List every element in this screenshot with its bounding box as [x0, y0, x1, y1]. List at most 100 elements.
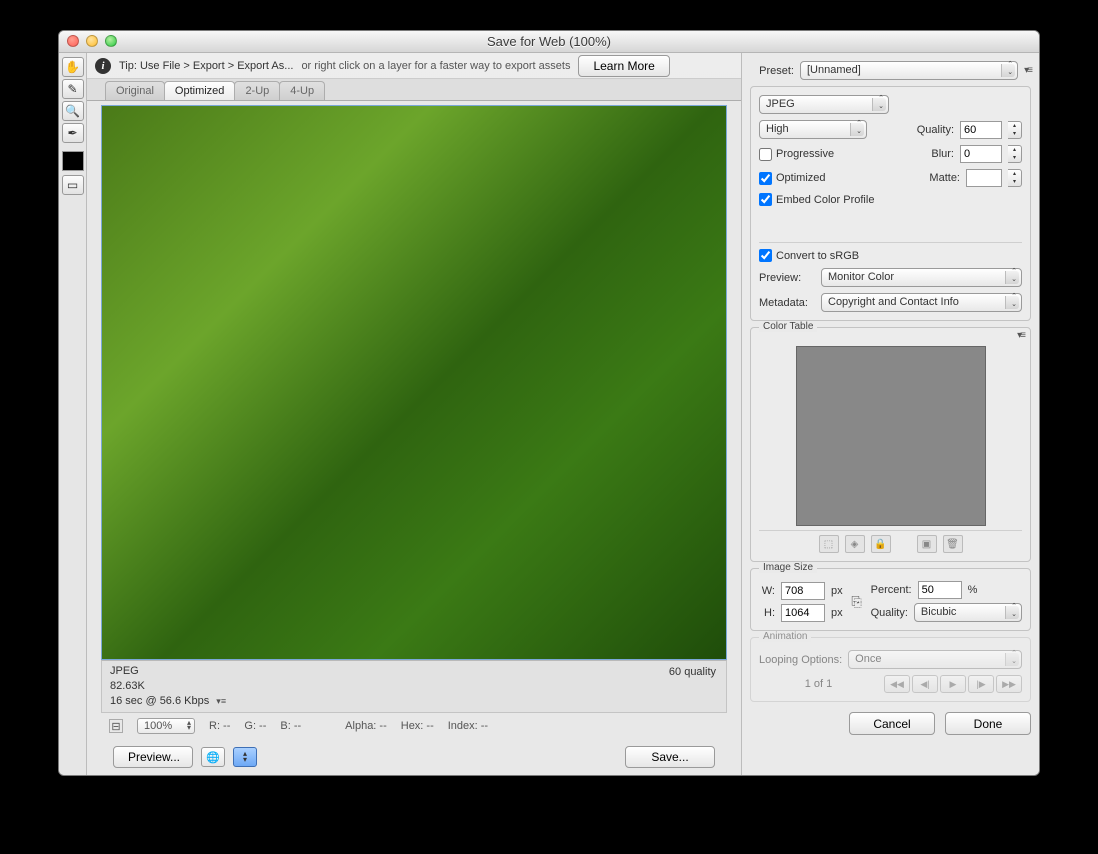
titlebar: Save for Web (100%) [59, 31, 1039, 53]
stats-transfer: 16 sec @ 56.6 Kbps [110, 695, 209, 707]
embed-profile-checkbox[interactable]: Embed Color Profile [759, 193, 874, 206]
ct-snap-icon[interactable]: ⬚ [819, 535, 839, 553]
preset-label: Preset: [750, 65, 794, 77]
quality-preset-select[interactable]: High [759, 120, 867, 139]
readout-r: R: -- [209, 720, 230, 732]
readout-b: B: -- [280, 720, 301, 732]
traffic-lights [67, 35, 117, 47]
preset-flyout-icon[interactable] [1024, 65, 1031, 76]
resample-select[interactable]: Bicubic [914, 603, 1022, 622]
save-button[interactable]: Save... [625, 746, 715, 768]
minimize-icon[interactable] [86, 35, 98, 47]
matte-stepper[interactable]: ▴▾ [1008, 169, 1022, 187]
tab-optimized[interactable]: Optimized [164, 81, 236, 100]
metadata-select[interactable]: Copyright and Contact Info [821, 293, 1022, 312]
color-table-swatch-grid[interactable] [796, 346, 986, 526]
image-size-group: Image Size W: px H: px [750, 568, 1031, 631]
percent-label: Percent: [871, 584, 912, 596]
blur-input[interactable] [960, 145, 1002, 163]
ct-lock-icon[interactable]: 🔒 [871, 535, 891, 553]
foreground-swatch[interactable] [62, 151, 84, 171]
color-table-group: Color Table ⬚ ◈ 🔒 ▣ 🗑 [750, 327, 1031, 562]
zoom-icon[interactable] [105, 35, 117, 47]
bottom-readout: ⊟ 100% R: -- G: -- B: -- Alpha: -- Hex: … [101, 713, 727, 739]
stats-flyout-icon[interactable]: ▾≡ [216, 696, 226, 706]
height-unit: px [831, 607, 843, 619]
info-icon: i [95, 58, 111, 74]
next-frame-icon: |▶ [968, 675, 994, 693]
stats-format: JPEG [110, 664, 718, 679]
image-preview[interactable] [101, 105, 727, 660]
tip-row: i Tip: Use File > Export > Export As... … [87, 53, 741, 79]
matte-swatch[interactable] [966, 169, 1002, 187]
first-frame-icon: ◀◀ [884, 675, 910, 693]
quality-input[interactable] [960, 121, 1002, 139]
matte-label: Matte: [929, 172, 960, 184]
done-button[interactable]: Done [945, 712, 1031, 735]
preset-select[interactable]: [Unnamed] [800, 61, 1018, 80]
settings-panel: Preset: [Unnamed] JPEG High Quality: ▴▾ … [741, 53, 1039, 775]
zoom-tool[interactable]: 🔍 [62, 101, 84, 121]
ct-trash-icon[interactable]: 🗑 [943, 535, 963, 553]
play-icon: ▶ [940, 675, 966, 693]
color-table-legend: Color Table [759, 321, 817, 332]
browser-preview-icon[interactable]: 🌐 [201, 747, 225, 767]
hand-icon: ✋ [65, 60, 80, 74]
prev-frame-icon: ◀| [912, 675, 938, 693]
tip-suffix: or right click on a layer for a faster w… [301, 60, 570, 72]
quality-label: Quality: [917, 124, 954, 136]
eyedropper-tool[interactable]: ✎ [62, 79, 84, 99]
preview-tabs: Original Optimized 2-Up 4-Up [87, 79, 741, 101]
convert-srgb-checkbox[interactable]: Convert to sRGB [759, 249, 859, 262]
height-input[interactable] [781, 604, 825, 622]
tip-prefix: Tip: Use File > Export > Export As... [119, 60, 293, 72]
grid-toggle-icon[interactable]: ⊟ [109, 719, 123, 733]
height-label: H: [759, 607, 775, 619]
ct-new-icon[interactable]: ▣ [917, 535, 937, 553]
preview-color-label: Preview: [759, 272, 815, 284]
quality-stepper[interactable]: ▴▾ [1008, 121, 1022, 139]
readout-index: Index: -- [448, 720, 488, 732]
dialog-buttons: Cancel Done [750, 708, 1031, 737]
slice-select-tool[interactable]: ✒ [62, 123, 84, 143]
browser-menu-icon[interactable]: ▴▾ [233, 747, 257, 767]
ct-shift-icon[interactable]: ◈ [845, 535, 865, 553]
animation-controls: ◀◀ ◀| ▶ |▶ ▶▶ [884, 675, 1022, 693]
format-select[interactable]: JPEG [759, 95, 889, 114]
zoom-select[interactable]: 100% [137, 718, 195, 734]
color-table-flyout-icon[interactable] [1017, 330, 1024, 341]
optimized-checkbox[interactable]: Optimized [759, 172, 826, 185]
tab-2up[interactable]: 2-Up [234, 81, 280, 100]
magnifier-icon: 🔍 [65, 104, 80, 118]
readout-hex: Hex: -- [401, 720, 434, 732]
cancel-button[interactable]: Cancel [849, 712, 935, 735]
progressive-checkbox[interactable]: Progressive [759, 148, 834, 161]
hand-tool[interactable]: ✋ [62, 57, 84, 77]
action-row: Preview... 🌐 ▴▾ Save... [101, 739, 727, 775]
window-title: Save for Web (100%) [59, 34, 1039, 49]
readout-alpha: Alpha: -- [345, 720, 387, 732]
width-input[interactable] [781, 582, 825, 600]
stats-quality: 60 quality [669, 665, 716, 680]
stats-filesize: 82.63K [110, 679, 718, 694]
tab-original[interactable]: Original [105, 81, 165, 100]
close-icon[interactable] [67, 35, 79, 47]
slice-icon: ✒ [67, 126, 77, 140]
preview-color-select[interactable]: Monitor Color [821, 268, 1022, 287]
tool-column: ✋ ✎ 🔍 ✒ ▭ [59, 53, 87, 775]
preview-area: JPEG 82.63K 16 sec @ 56.6 Kbps ▾≡ 60 qua… [87, 101, 741, 775]
animation-legend: Animation [759, 631, 811, 642]
blur-stepper[interactable]: ▴▾ [1008, 145, 1022, 163]
animation-group: Animation Looping Options: Once 1 of 1 ◀… [750, 637, 1031, 702]
link-dimensions-icon[interactable]: ⎘ [851, 594, 863, 610]
preview-button[interactable]: Preview... [113, 746, 193, 768]
looping-label: Looping Options: [759, 654, 842, 666]
resample-label: Quality: [871, 607, 908, 619]
image-size-legend: Image Size [759, 562, 817, 573]
percent-input[interactable] [918, 581, 962, 599]
last-frame-icon: ▶▶ [996, 675, 1022, 693]
save-for-web-window: Save for Web (100%) ✋ ✎ 🔍 ✒ ▭ i Tip: Use… [58, 30, 1040, 776]
toggle-slices-button[interactable]: ▭ [62, 175, 84, 195]
tab-4up[interactable]: 4-Up [279, 81, 325, 100]
learn-more-button[interactable]: Learn More [578, 55, 669, 77]
